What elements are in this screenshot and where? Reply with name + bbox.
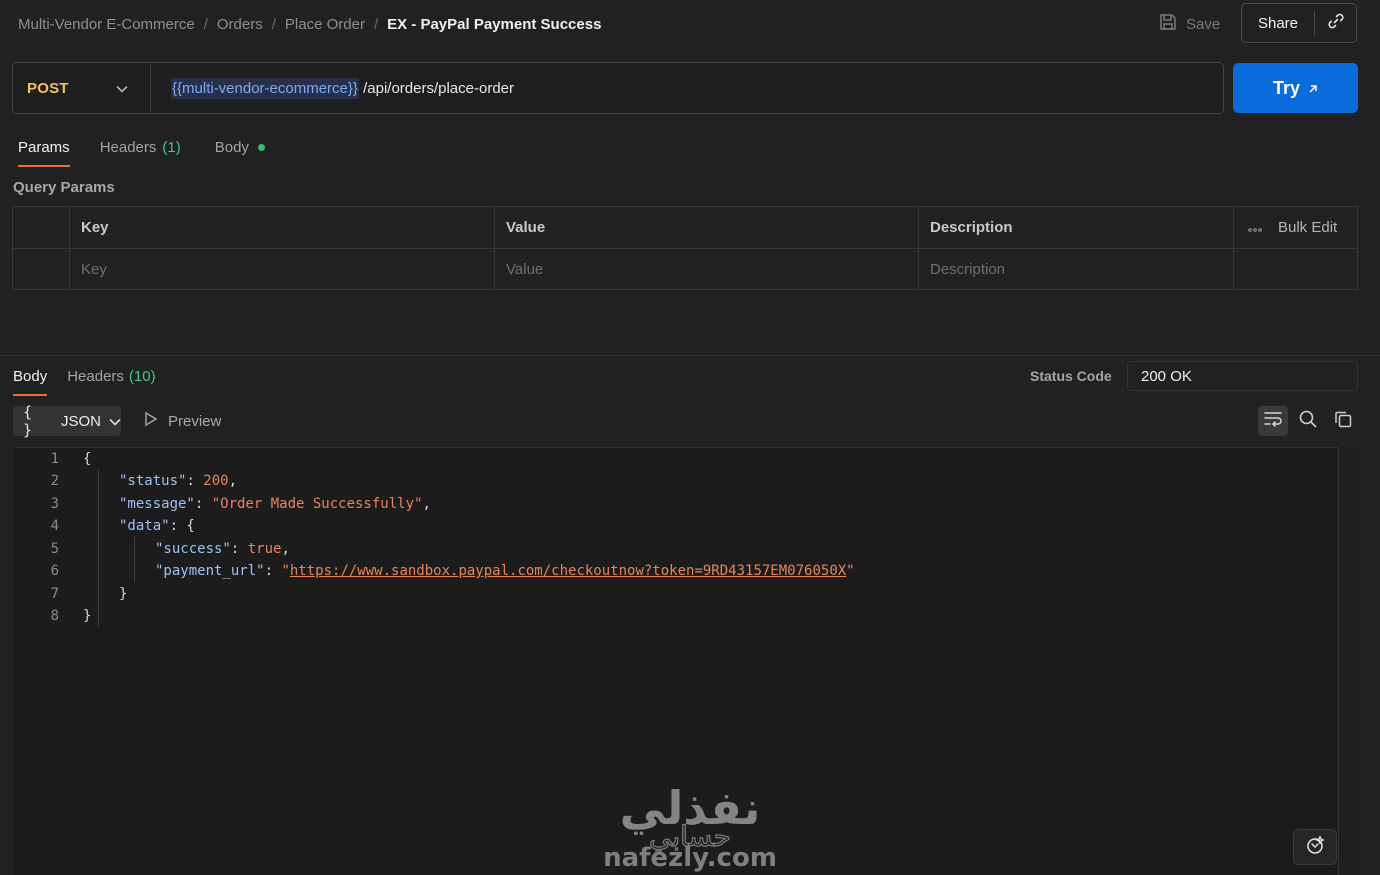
assistant-button[interactable] bbox=[1293, 829, 1337, 865]
svg-text:nafezly.com: nafezly.com bbox=[603, 843, 777, 873]
checkbox-column-header bbox=[13, 207, 70, 248]
format-select[interactable]: { } JSON bbox=[13, 403, 121, 439]
share-button[interactable]: Share bbox=[1242, 15, 1314, 32]
copy-link-button[interactable] bbox=[1315, 11, 1356, 35]
share-group: Share bbox=[1241, 3, 1357, 43]
preview-button[interactable]: Preview bbox=[143, 410, 221, 432]
pane-divider[interactable] bbox=[0, 355, 1380, 356]
arrow-up-right-icon bbox=[1308, 78, 1318, 99]
response-tabs: Body Headers (10) bbox=[13, 366, 156, 396]
tab-params-label: Params bbox=[18, 138, 70, 156]
tab-body-label: Body bbox=[214, 138, 249, 156]
code-line: 4 "data": { bbox=[13, 515, 195, 537]
breadcrumb-current-example: EX - PayPal Payment Success bbox=[387, 15, 602, 33]
breadcrumb: Multi-Vendor E-Commerce / Orders / Place… bbox=[18, 14, 601, 34]
assistant-icon bbox=[1304, 834, 1326, 860]
wrap-lines-icon bbox=[1263, 410, 1283, 432]
line-number: 5 bbox=[50, 541, 59, 557]
copy-button[interactable] bbox=[1328, 406, 1358, 436]
chevron-down-icon bbox=[109, 413, 121, 430]
key-input[interactable]: Key bbox=[70, 249, 495, 290]
url-input[interactable]: {{multi-vendor-ecommerce}} /api/orders/p… bbox=[151, 77, 514, 99]
tab-body[interactable]: Body bbox=[215, 137, 265, 157]
code-line: 5 "success": true, bbox=[13, 538, 290, 560]
code-line: 6 "payment_url": "https://www.sandbox.pa… bbox=[13, 560, 855, 582]
breadcrumb-separator: / bbox=[373, 15, 379, 33]
indent-guide bbox=[98, 470, 99, 626]
key-column-header: Key bbox=[70, 207, 495, 248]
query-params-table: Key Value Description Bulk Edit Key Valu… bbox=[12, 206, 1358, 290]
link-icon bbox=[1326, 11, 1346, 35]
method-label: POST bbox=[27, 79, 69, 97]
breadcrumb-item-collection[interactable]: Multi-Vendor E-Commerce bbox=[18, 16, 195, 33]
bulk-edit-button[interactable]: Bulk Edit bbox=[1278, 219, 1337, 236]
tab-headers[interactable]: Headers (1) bbox=[100, 137, 181, 157]
payment-url-link[interactable]: https://www.sandbox.paypal.com/checkoutn… bbox=[290, 563, 846, 579]
url-path: /api/orders/place-order bbox=[358, 79, 514, 97]
indent-guide bbox=[134, 537, 135, 582]
line-number: 7 bbox=[50, 586, 59, 602]
wrap-lines-button[interactable] bbox=[1258, 406, 1288, 436]
code-line: 8 } bbox=[13, 605, 92, 627]
status-code-value: 200 OK bbox=[1127, 361, 1358, 391]
more-options-icon[interactable] bbox=[1248, 219, 1262, 236]
query-params-title: Query Params bbox=[13, 179, 115, 196]
breadcrumb-item-request[interactable]: Place Order bbox=[285, 16, 365, 33]
line-number: 6 bbox=[50, 563, 59, 579]
response-tab-headers-label: Headers bbox=[67, 367, 124, 385]
save-label: Save bbox=[1186, 15, 1221, 33]
value-input[interactable]: Value bbox=[495, 249, 919, 290]
response-tab-headers[interactable]: Headers (10) bbox=[67, 366, 155, 386]
response-headers-count: (10) bbox=[128, 367, 156, 385]
url-variable[interactable]: {{multi-vendor-ecommerce}} bbox=[171, 77, 359, 99]
try-label: Try bbox=[1272, 77, 1301, 98]
code-line: 2 "status": 200, bbox=[13, 470, 237, 492]
line-number: 4 bbox=[50, 518, 59, 534]
vertical-scrollbar[interactable] bbox=[1338, 447, 1358, 875]
copy-icon bbox=[1333, 409, 1353, 433]
watermark-logo: نفذلي حسابي nafezly.com bbox=[600, 781, 780, 874]
code-line: 3 "message": "Order Made Successfully", bbox=[13, 493, 431, 515]
try-button[interactable]: Try bbox=[1233, 63, 1358, 113]
table-header-row: Key Value Description Bulk Edit bbox=[13, 207, 1357, 249]
chevron-down-icon bbox=[116, 80, 128, 97]
breadcrumb-item-folder[interactable]: Orders bbox=[217, 16, 263, 33]
row-actions-cell bbox=[1234, 249, 1358, 290]
line-number: 1 bbox=[50, 451, 59, 467]
method-select[interactable]: POST bbox=[13, 63, 151, 113]
tab-params[interactable]: Params bbox=[18, 137, 70, 167]
breadcrumb-separator: / bbox=[271, 15, 276, 33]
play-icon bbox=[143, 411, 159, 431]
breadcrumb-separator: / bbox=[203, 15, 208, 33]
response-tab-body[interactable]: Body bbox=[13, 366, 48, 396]
line-number: 3 bbox=[50, 496, 59, 512]
response-tab-body-label: Body bbox=[13, 367, 48, 385]
description-input[interactable]: Description bbox=[919, 249, 1234, 290]
tab-headers-count: (1) bbox=[162, 138, 181, 156]
table-row: Key Value Description bbox=[13, 249, 1357, 291]
body-indicator-dot bbox=[257, 143, 265, 151]
status-code-label: Status Code bbox=[1030, 368, 1112, 384]
line-number: 2 bbox=[50, 473, 59, 489]
request-url-bar: POST {{multi-vendor-ecommerce}} /api/ord… bbox=[12, 62, 1224, 114]
preview-label: Preview bbox=[168, 412, 222, 430]
search-button[interactable] bbox=[1293, 406, 1323, 436]
search-icon bbox=[1298, 409, 1318, 433]
value-column-header: Value bbox=[495, 207, 919, 248]
tab-headers-label: Headers bbox=[99, 138, 157, 156]
description-column-header: Description bbox=[919, 207, 1234, 248]
code-line: 7 } bbox=[13, 583, 128, 605]
save-button[interactable]: Save bbox=[1158, 12, 1220, 36]
bulk-edit-cell: Bulk Edit bbox=[1234, 207, 1358, 248]
save-icon bbox=[1158, 12, 1178, 36]
row-checkbox-cell bbox=[13, 249, 70, 290]
line-number: 8 bbox=[50, 608, 59, 624]
braces-icon: { } bbox=[23, 403, 34, 439]
code-line: 1 { bbox=[13, 448, 92, 470]
format-label: JSON bbox=[60, 412, 101, 430]
request-tabs: Params Headers (1) Body bbox=[18, 137, 265, 167]
